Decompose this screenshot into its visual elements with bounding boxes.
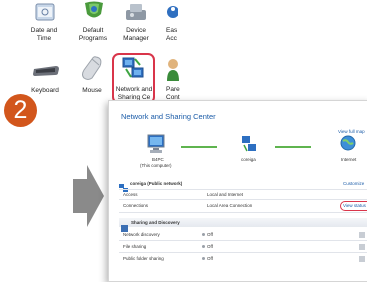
row-divider xyxy=(119,212,367,213)
network-sharing-center-window: Network and Sharing Center View full map xyxy=(108,100,367,282)
network-icon[interactable] xyxy=(241,135,257,158)
pc-name-label: B4PC xyxy=(152,157,164,162)
row-divider xyxy=(119,189,367,190)
pc-sub-label: (This computer) xyxy=(140,163,172,168)
view-status-highlight xyxy=(340,201,367,211)
row-divider xyxy=(119,252,367,253)
connections-value: Local Area Connection xyxy=(207,203,253,208)
file-sharing-label: File sharing xyxy=(123,244,147,249)
cp-label-date-time: Date and Time xyxy=(30,27,58,42)
expand-chevron-icon[interactable] xyxy=(359,244,365,250)
right-arrow-icon xyxy=(73,163,105,234)
computer-icon[interactable] xyxy=(146,134,166,159)
access-value: Local and Internet xyxy=(207,192,244,197)
cp-label-mouse: Mouse xyxy=(82,87,102,94)
mouse-icon[interactable] xyxy=(80,55,104,86)
cp-label-ease-access: Eas Acc xyxy=(166,27,178,42)
network-discovery-label: Network discovery xyxy=(123,232,160,237)
customize-link[interactable]: Customize xyxy=(343,181,364,186)
keyboard-icon[interactable] xyxy=(32,64,60,83)
internet-label: Internet xyxy=(341,157,357,162)
file-sharing-value: Off xyxy=(207,244,213,249)
public-folder-value: Off xyxy=(207,256,213,261)
network-section-title: coreiga (Public network) xyxy=(130,181,183,186)
expand-chevron-icon[interactable] xyxy=(359,256,365,262)
date-time-icon[interactable] xyxy=(35,3,55,26)
connections-label: Connections xyxy=(123,203,149,208)
status-off-icon xyxy=(202,245,205,248)
ease-of-access-icon[interactable] xyxy=(166,3,179,26)
status-off-icon xyxy=(202,233,205,236)
network-sharing-highlight xyxy=(112,53,155,104)
row-divider xyxy=(119,240,367,241)
step-number-badge: 2 xyxy=(4,94,37,127)
sharing-section-title: Sharing and Discovery xyxy=(131,220,180,225)
window-title: Network and Sharing Center xyxy=(121,112,216,121)
cp-label-keyboard: Keyboard xyxy=(31,87,59,94)
network-discovery-value: Off xyxy=(207,232,213,237)
public-folder-label: Public folder sharing xyxy=(123,256,164,261)
network-name-label: coreiga xyxy=(241,157,256,162)
link-line-1 xyxy=(181,146,217,148)
row-divider xyxy=(119,199,367,200)
access-label: Access xyxy=(123,192,138,197)
expand-chevron-icon[interactable] xyxy=(359,232,365,238)
view-full-map-link[interactable]: View full map xyxy=(338,129,365,134)
status-off-icon xyxy=(202,257,205,260)
link-line-2 xyxy=(275,146,311,148)
device-manager-icon[interactable] xyxy=(124,2,148,27)
default-programs-icon[interactable] xyxy=(82,0,106,27)
cp-label-default-programs: Default Programs xyxy=(78,27,108,42)
cp-label-device-manager: Device Manager xyxy=(123,27,149,42)
parental-controls-icon[interactable] xyxy=(165,58,179,87)
internet-globe-icon[interactable] xyxy=(340,135,356,156)
